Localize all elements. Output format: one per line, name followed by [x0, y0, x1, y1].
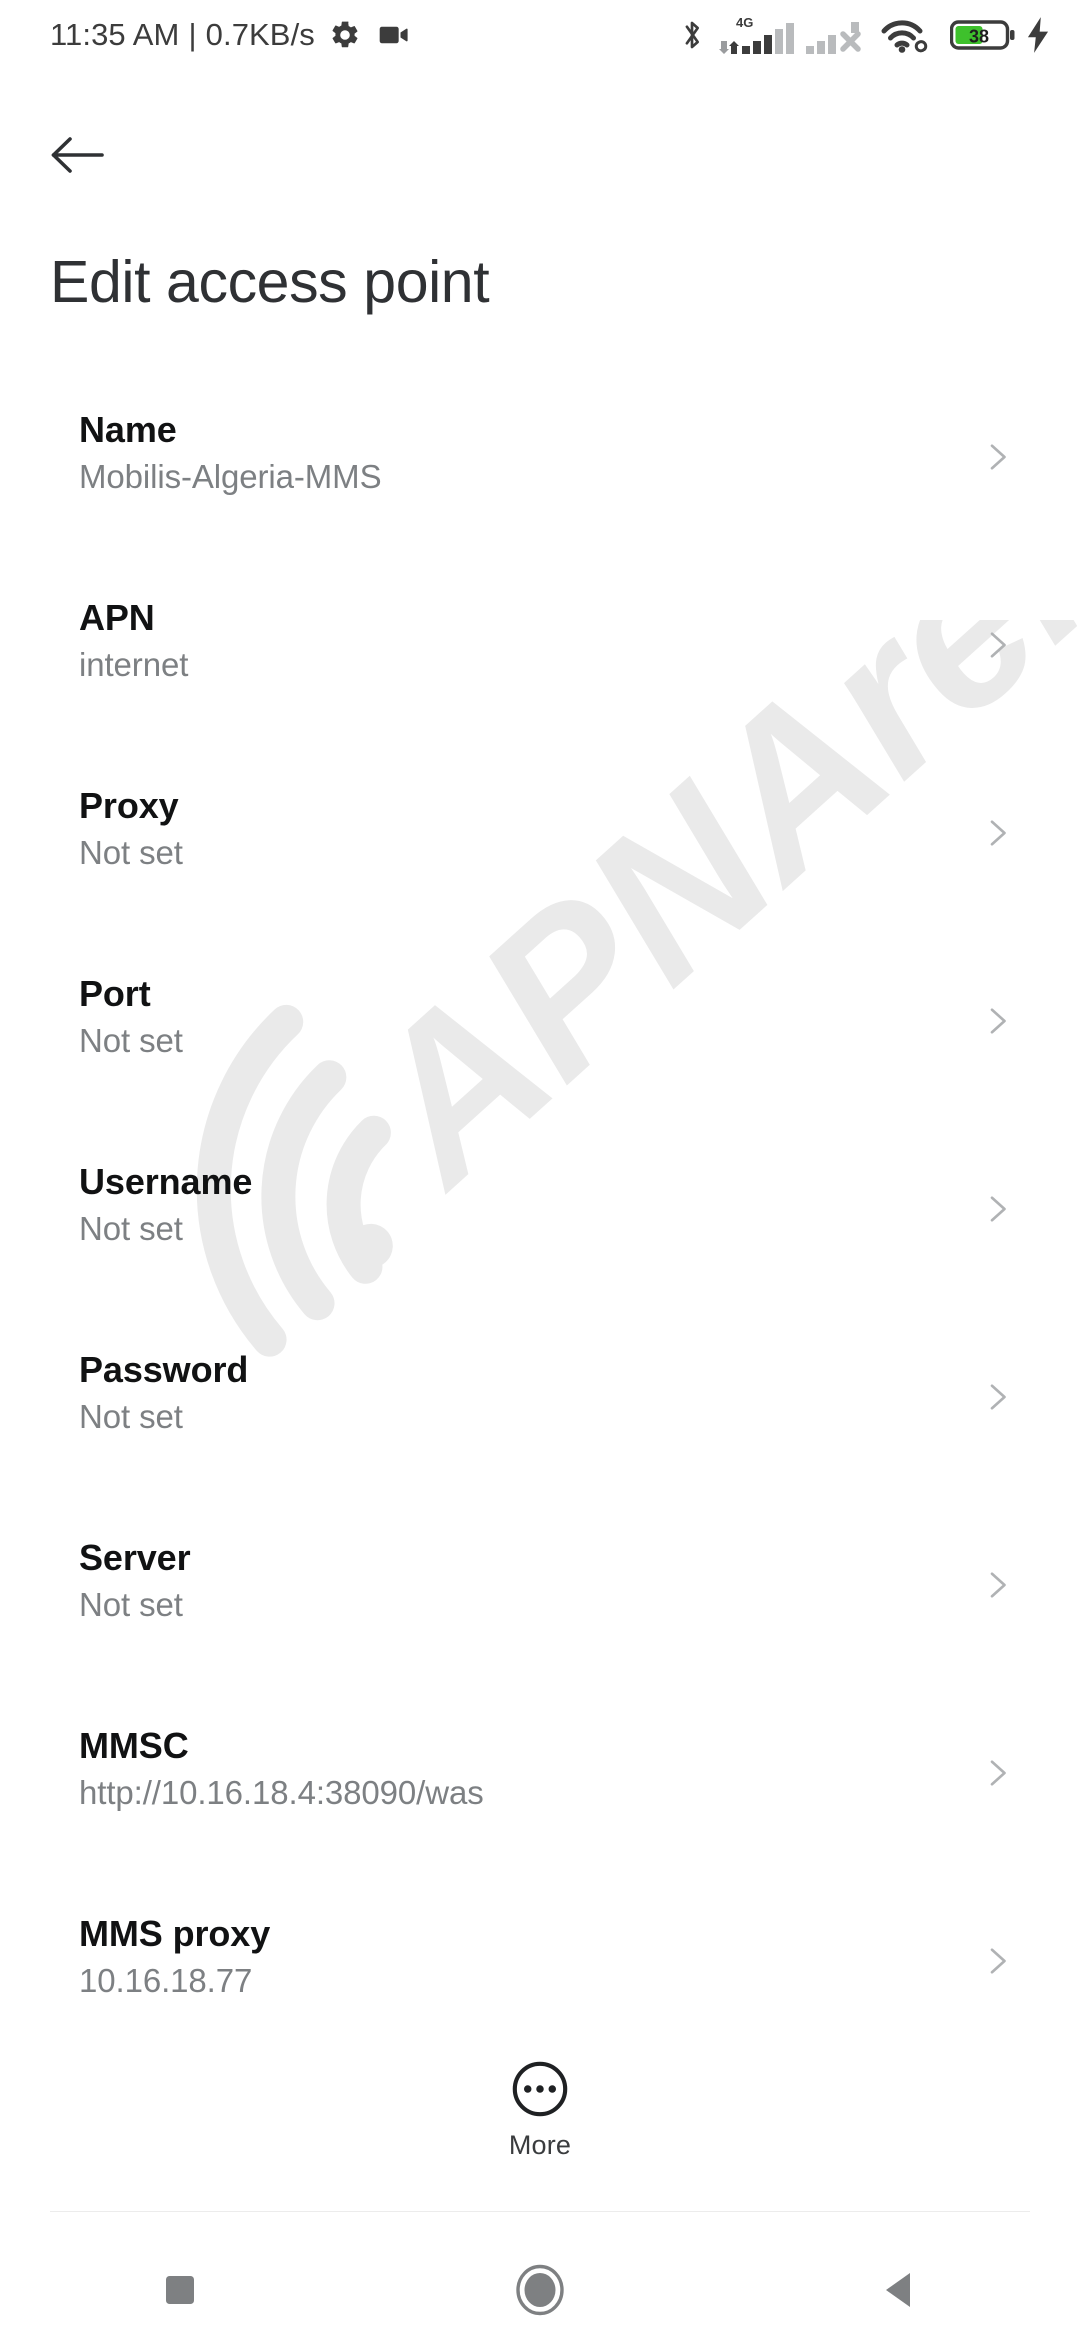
battery-percent-label: 38 — [969, 27, 989, 47]
list-item-server[interactable]: Server Not set — [0, 1534, 1080, 1722]
video-camera-icon — [377, 18, 411, 52]
more-horizontal-circle-icon — [512, 2061, 568, 2117]
back-button[interactable] — [50, 118, 124, 192]
list-item-password[interactable]: Password Not set — [0, 1346, 1080, 1534]
chevron-right-icon — [990, 1572, 1006, 1598]
phone-screen: APNArena 11:35 AM | 0.7KB/s 4G 38 Edit a… — [0, 0, 1080, 2340]
status-bar-right: 4G 38 — [676, 14, 1052, 56]
list-item-value: Not set — [79, 834, 183, 871]
list-item-title: Username — [79, 1161, 253, 1202]
chevron-right-icon — [990, 1948, 1006, 1974]
link-icon — [914, 40, 928, 53]
nav-home-button[interactable] — [360, 2240, 720, 2340]
nav-back-button[interactable] — [720, 2240, 1080, 2340]
list-item-name[interactable]: Name Mobilis-Algeria-MMS — [0, 406, 1080, 594]
status-bar-left: 11:35 AM | 0.7KB/s — [50, 17, 411, 53]
chevron-right-icon — [990, 632, 1006, 658]
status-bar-separator: | — [188, 17, 197, 52]
list-item-proxy[interactable]: Proxy Not set — [0, 782, 1080, 970]
list-item-username[interactable]: Username Not set — [0, 1158, 1080, 1346]
nav-recents-button[interactable] — [0, 2240, 360, 2340]
chevron-right-icon — [990, 1196, 1006, 1222]
navigation-bar — [0, 2240, 1080, 2340]
list-item-port[interactable]: Port Not set — [0, 970, 1080, 1158]
more-button[interactable]: More — [0, 2058, 1080, 2161]
list-item-apn[interactable]: APN internet — [0, 594, 1080, 782]
list-item-title: Name — [79, 409, 177, 450]
list-item-title: Proxy — [79, 785, 179, 826]
list-item-value: Not set — [79, 1586, 183, 1623]
signal-sim2-no-service-icon — [806, 14, 866, 56]
recents-square-icon — [166, 2276, 194, 2304]
list-item-title: APN — [79, 597, 155, 638]
chevron-right-icon — [990, 1760, 1006, 1786]
list-item-title: Password — [79, 1349, 249, 1390]
wifi-icon — [880, 14, 934, 56]
list-item-title: Port — [79, 973, 151, 1014]
list-item-value: Not set — [79, 1022, 183, 1059]
list-item-value: Mobilis-Algeria-MMS — [79, 458, 382, 495]
chevron-right-icon — [990, 444, 1006, 470]
list-item-title: MMSC — [79, 1725, 189, 1766]
signal-4g-icon: 4G — [718, 14, 794, 56]
home-circle-icon — [516, 2264, 564, 2316]
list-item-title: Server — [79, 1537, 191, 1578]
chevron-right-icon — [990, 820, 1006, 846]
status-bar-network-speed: 0.7KB/s — [205, 17, 315, 52]
status-bar: 11:35 AM | 0.7KB/s 4G 38 — [0, 0, 1080, 70]
list-item-mmsc[interactable]: MMSC http://10.16.18.4:38090/was — [0, 1722, 1080, 1910]
list-item-value: 10.16.18.77 — [79, 1962, 253, 1999]
battery-icon: 38 — [950, 17, 1016, 53]
page-title: Edit access point — [50, 249, 490, 315]
list-item-title: MMS proxy — [79, 1913, 271, 1954]
settings-list: Name Mobilis-Algeria-MMS APN internet Pr… — [0, 406, 1080, 2098]
list-item-value: Not set — [79, 1210, 183, 1247]
charging-bolt-icon — [1024, 16, 1052, 54]
more-button-label: More — [508, 2130, 572, 2160]
gear-icon — [329, 19, 361, 51]
chevron-right-icon — [990, 1008, 1006, 1034]
bluetooth-icon — [676, 16, 708, 54]
back-triangle-icon — [886, 2273, 910, 2307]
list-item-value: http://10.16.18.4:38090/was — [79, 1774, 484, 1811]
list-item-value: Not set — [79, 1398, 183, 1435]
list-item-value: internet — [79, 646, 189, 683]
chevron-right-icon — [990, 1384, 1006, 1410]
bottom-divider — [50, 2211, 1030, 2212]
arrow-left-icon — [51, 137, 104, 173]
network-type-label: 4G — [736, 15, 753, 30]
status-bar-time: 11:35 AM — [50, 17, 180, 52]
